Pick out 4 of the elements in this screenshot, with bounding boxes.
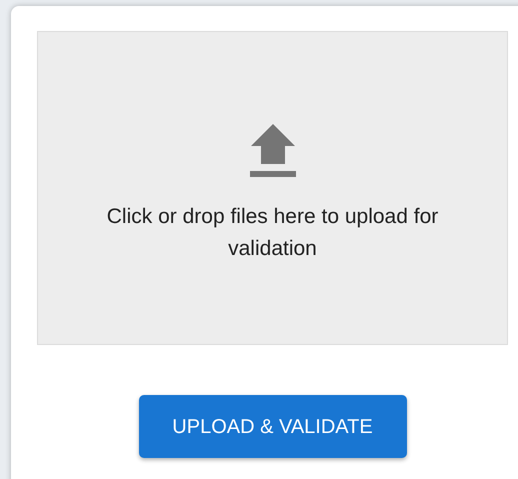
upload-icon [250, 124, 296, 178]
upload-prompt: Click or drop files here to upload for validation [106, 204, 440, 262]
upload-validate-button[interactable]: UPLOAD & VALIDATE [138, 395, 406, 458]
drop-zone[interactable]: Click or drop files here to upload for validation [37, 31, 508, 345]
